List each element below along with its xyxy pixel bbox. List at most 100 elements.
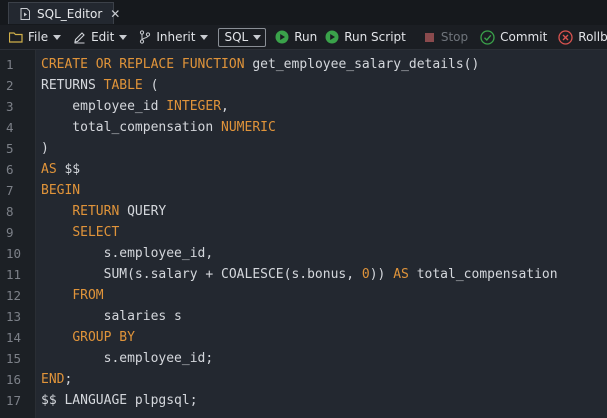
code-token: s.employee_id, [41,246,214,261]
code-line[interactable]: 4 total_compensation NUMERIC [0,117,607,138]
code-line[interactable]: 12 FROM [0,285,607,306]
keyword-token: REPLACE [119,57,175,72]
code-text: salaries s [41,306,182,327]
line-number: 3 [6,99,14,114]
chevron-down-icon [53,34,62,40]
code-line[interactable]: 2 RETURNS TABLE ( [0,75,607,96]
code-text: RETURN QUERY [41,201,166,222]
line-number: 13 [6,309,22,324]
chevron-down-icon [119,34,128,40]
edit-menu[interactable]: Edit [73,25,128,49]
line-number: 6 [6,162,14,177]
commit-button[interactable]: Commit [480,25,547,49]
code-text: total_compensation NUMERIC [41,117,276,138]
language-select[interactable]: SQL [218,25,267,49]
line-number: 7 [6,183,14,198]
code-text: ) [41,138,49,159]
keyword-token: NUMERIC [221,120,276,135]
code-line[interactable]: 14 GROUP BY [0,327,607,348]
language-value: SQL [224,30,249,44]
code-text: FROM [41,285,104,306]
line-number: 15 [6,351,22,366]
line-number: 11 [6,267,22,282]
x-circle-icon [558,29,573,45]
code-line[interactable]: 3 employee_id INTEGER, [0,96,607,117]
code-line[interactable]: 1 CREATE OR REPLACE FUNCTION get_employee… [0,54,607,75]
keyword-token: RETURN [72,204,120,219]
keyword-token: GROUP BY [72,330,135,345]
code-token: $$ LANGUAGE plpgsql; [41,393,198,408]
code-text: SUM(s.salary + COALESCE(s.bonus, 0)) AS … [41,264,558,285]
code-text: s.employee_id; [41,348,214,369]
code-token: ) [41,141,49,156]
close-tab-icon[interactable]: ✕ [110,7,120,21]
line-number: 10 [6,246,22,261]
line-number: 9 [6,225,14,240]
code-text: END; [41,369,72,390]
code-line[interactable]: 13 salaries s [0,306,607,327]
line-number: 4 [6,120,14,135]
code-line[interactable]: 5) [0,138,607,159]
code-token: , [221,99,229,114]
chevron-down-icon [253,34,262,40]
code-text: CREATE OR REPLACE FUNCTION get_employee_… [41,54,479,75]
code-token: total_compensation [41,120,222,135]
code-text: s.employee_id, [41,243,214,264]
line-number: 2 [6,78,14,93]
code-text: RETURNS TABLE ( [41,75,158,96]
run-button[interactable]: Run [275,25,317,49]
keyword-token: 0 [361,267,370,282]
stop-button[interactable]: Stop [424,25,468,49]
code-line[interactable]: 15 s.employee_id; [0,348,607,369]
document-icon [19,7,31,20]
code-token: QUERY [119,204,167,219]
code-line[interactable]: 9 SELECT [0,222,607,243]
code-line[interactable]: 10 s.employee_id, [0,243,607,264]
commit-label: Commit [500,30,548,44]
run-script-button[interactable]: Run Script [325,25,406,49]
tab-bar: SQL_Editor ✕ [0,0,607,26]
file-menu[interactable]: File [9,25,62,49]
line-number: 14 [6,330,22,345]
code-line[interactable]: 6 AS $$ [0,159,607,180]
tab-sql-editor[interactable]: SQL_Editor ✕ [8,2,120,24]
code-line[interactable]: 16 END; [0,369,607,390]
inherit-menu[interactable]: Inherit [139,25,209,49]
code-token: )) [369,267,394,282]
keyword-token: FROM [72,288,104,303]
code-token: ( [142,78,159,93]
code-token: total_compensation [408,267,558,282]
rollback-label: Rollback [578,30,607,44]
code-text: $$ LANGUAGE plpgsql; [41,390,198,411]
file-label: File [28,30,49,44]
code-token: s.employee_id; [41,351,214,366]
code-token: $$ [56,162,81,177]
code-line[interactable]: 17 $$ LANGUAGE plpgsql; [0,390,607,411]
code-line[interactable]: 8 RETURN QUERY [0,201,607,222]
code-text: AS $$ [41,159,80,180]
edit-label: Edit [91,30,115,44]
code-token: get_employee_salary_details() [244,57,480,72]
keyword-token: INTEGER [166,99,222,114]
rollback-button[interactable]: Rollback [558,25,607,49]
line-number: 1 [6,57,14,72]
code-editor[interactable]: 1 CREATE OR REPLACE FUNCTION get_employee… [0,50,607,418]
branch-icon [139,30,151,44]
language-select-box[interactable]: SQL [218,27,267,47]
keyword-token: FUNCTION [181,57,245,72]
keyword-token: BEGIN [41,183,81,198]
code-text: GROUP BY [41,327,135,348]
keyword-token: OR [95,57,112,72]
code-token: ; [64,372,73,387]
toolbar: File Edit Inherit SQL Run Run Script Sto… [0,25,607,50]
code-line[interactable]: 11 SUM(s.salary + COALESCE(s.bonus, 0)) … [0,264,607,285]
stop-icon [424,32,435,43]
code-line[interactable]: 7 BEGIN [0,180,607,201]
folder-icon [9,31,23,43]
inherit-label: Inherit [156,30,196,44]
